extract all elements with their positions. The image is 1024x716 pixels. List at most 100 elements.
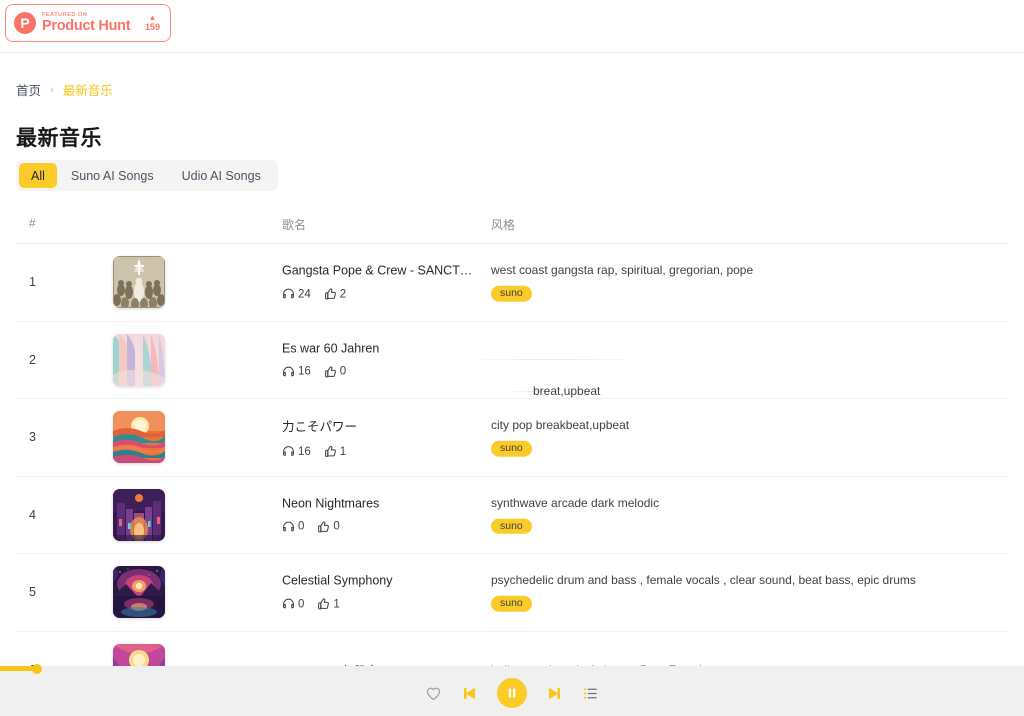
play-count-value: 0	[298, 598, 305, 611]
song-style-cell: psychedelic drum and bass , female vocal…	[491, 573, 916, 612]
tab-all[interactable]: All	[19, 163, 57, 188]
song-info: Gangsta Pope & Crew - SANCTE... 24 2	[282, 264, 482, 301]
like-count: 1	[317, 598, 340, 611]
like-count: 2	[324, 288, 346, 301]
play-count-value: 16	[298, 365, 311, 378]
song-thumbnail[interactable]	[113, 256, 165, 309]
song-title[interactable]: Neon Nightmares	[282, 496, 478, 510]
table-row[interactable]: 3 力こそパワー 16 1 city pop breakbeat,upbeat …	[16, 399, 1008, 477]
song-thumbnail[interactable]	[113, 333, 165, 386]
headphones-icon	[283, 288, 294, 299]
like-count: 0	[324, 365, 346, 378]
column-header-number: #	[29, 216, 36, 230]
playlist-button[interactable]	[582, 685, 599, 702]
headphones-icon	[283, 598, 294, 609]
player-bar	[0, 663, 1024, 716]
row-number: 2	[29, 352, 36, 367]
headphones-icon	[283, 366, 294, 377]
song-info: 力こそパワー 16 1	[282, 416, 482, 458]
product-hunt-votes: ▲ 159	[145, 14, 162, 32]
column-header-style: 风格	[491, 218, 516, 232]
play-count-value: 24	[298, 288, 311, 301]
song-stats: 0 0	[282, 520, 482, 533]
song-info: Celestial Symphony 0 1	[282, 574, 482, 611]
headphones-icon	[283, 446, 294, 457]
product-hunt-name: Product Hunt	[42, 18, 131, 34]
neon-alley-art	[113, 488, 165, 541]
song-style-cell: west coast gangsta rap, spiritual, grego…	[491, 263, 753, 302]
product-hunt-vote-count: 159	[144, 22, 160, 32]
breadcrumb: 首页 › 最新音乐	[16, 80, 113, 99]
product-hunt-badge[interactable]: P FEATURED ON Product Hunt ▲ 159	[5, 4, 171, 42]
table-row[interactable]: 5 Celestial Symphony 0 1 psychedelic dru…	[16, 554, 1008, 632]
favorite-button[interactable]	[425, 685, 442, 702]
song-stats: 16 0	[282, 365, 482, 378]
like-count-value: 0	[333, 520, 340, 533]
play-pause-button[interactable]	[497, 678, 527, 708]
table-row[interactable]: 4 Neon Nightmares 0 0 synthwave arcade d…	[16, 477, 1008, 554]
song-title[interactable]: Es war 60 Jahren	[282, 341, 478, 355]
song-style-cell: synthwave arcade dark melodic suno	[491, 495, 660, 534]
product-hunt-text: FEATURED ON Product Hunt	[42, 12, 131, 34]
thumbs-up-icon	[324, 446, 336, 458]
previous-track-icon	[464, 687, 475, 699]
breadcrumb-home-link[interactable]: 首页	[16, 80, 41, 99]
play-count: 16	[282, 365, 311, 378]
song-style: synthwave arcade dark melodic	[491, 495, 660, 510]
top-bar: P FEATURED ON Product Hunt ▲ 159	[0, 0, 1024, 53]
page-title: 最新音乐	[16, 127, 102, 150]
song-title[interactable]: 力こそパワー	[282, 416, 478, 435]
tab-suno-ai-songs[interactable]: Suno AI Songs	[57, 163, 168, 188]
player-controls	[0, 669, 1024, 716]
song-info: Neon Nightmares 0 0	[282, 496, 482, 533]
thumbs-up-icon	[324, 288, 336, 300]
source-badge: suno	[491, 518, 532, 534]
song-list: 1 Gangsta Pope & Crew - SANCTE... 24 2 w…	[16, 244, 1008, 709]
table-row[interactable]: 1 Gangsta Pope & Crew - SANCTE... 24 2 w…	[16, 244, 1008, 322]
tab-udio-ai-songs[interactable]: Udio AI Songs	[168, 163, 275, 188]
playlist-icon	[584, 687, 597, 699]
song-title[interactable]: Celestial Symphony	[282, 574, 478, 588]
headphones-icon	[283, 521, 294, 532]
like-count-value: 0	[339, 365, 347, 378]
song-stats: 16 1	[282, 445, 482, 458]
like-count-value: 2	[339, 288, 347, 301]
like-count: 1	[324, 445, 346, 458]
page-root: P FEATURED ON Product Hunt ▲ 159 首页 › 最新…	[0, 0, 1024, 716]
play-count: 0	[282, 520, 304, 533]
song-style-cell: city pop breakbeat,upbeat suno	[491, 418, 629, 457]
row-number: 5	[29, 585, 36, 600]
pause-icon	[508, 688, 516, 698]
column-header-song-name: 歌名	[282, 218, 307, 232]
play-count: 0	[282, 598, 304, 611]
next-track-icon	[549, 687, 560, 699]
thumbs-up-icon	[318, 521, 330, 533]
source-badge: suno	[491, 596, 532, 612]
row-number: 3	[29, 430, 36, 445]
previous-track-button[interactable]	[461, 685, 478, 702]
song-stats: 24 2	[282, 288, 482, 301]
song-style: west coast gangsta rap, spiritual, grego…	[491, 263, 754, 277]
song-title[interactable]: Gangsta Pope & Crew - SANCTE...	[282, 264, 478, 278]
song-style: breat,upbeat	[533, 384, 601, 399]
source-badge: suno	[491, 441, 532, 457]
filter-tabs: All Suno AI Songs Udio AI Songs	[16, 160, 278, 191]
render-artifact-line	[476, 359, 624, 361]
product-hunt-logo-icon: P	[14, 12, 36, 34]
row-number: 1	[29, 275, 36, 290]
song-thumbnail[interactable]	[113, 488, 165, 541]
thumbs-up-icon	[318, 598, 330, 610]
upvote-caret-icon: ▲	[148, 13, 157, 22]
like-count: 0	[317, 520, 340, 533]
row-number: 4	[29, 507, 36, 522]
heart-icon	[426, 687, 441, 700]
next-track-button[interactable]	[546, 685, 563, 702]
table-row[interactable]: 2 Es war 60 Jahren 16 0 breat,upbeat	[16, 322, 1008, 399]
song-thumbnail[interactable]	[113, 411, 165, 464]
song-style: psychedelic drum and bass , female vocal…	[491, 573, 916, 587]
song-thumbnail[interactable]	[113, 566, 165, 619]
song-stats: 0 1	[282, 598, 482, 611]
source-badge: suno	[491, 286, 532, 302]
play-count: 24	[282, 288, 311, 301]
song-style: city pop breakbeat,upbeat	[491, 418, 630, 432]
